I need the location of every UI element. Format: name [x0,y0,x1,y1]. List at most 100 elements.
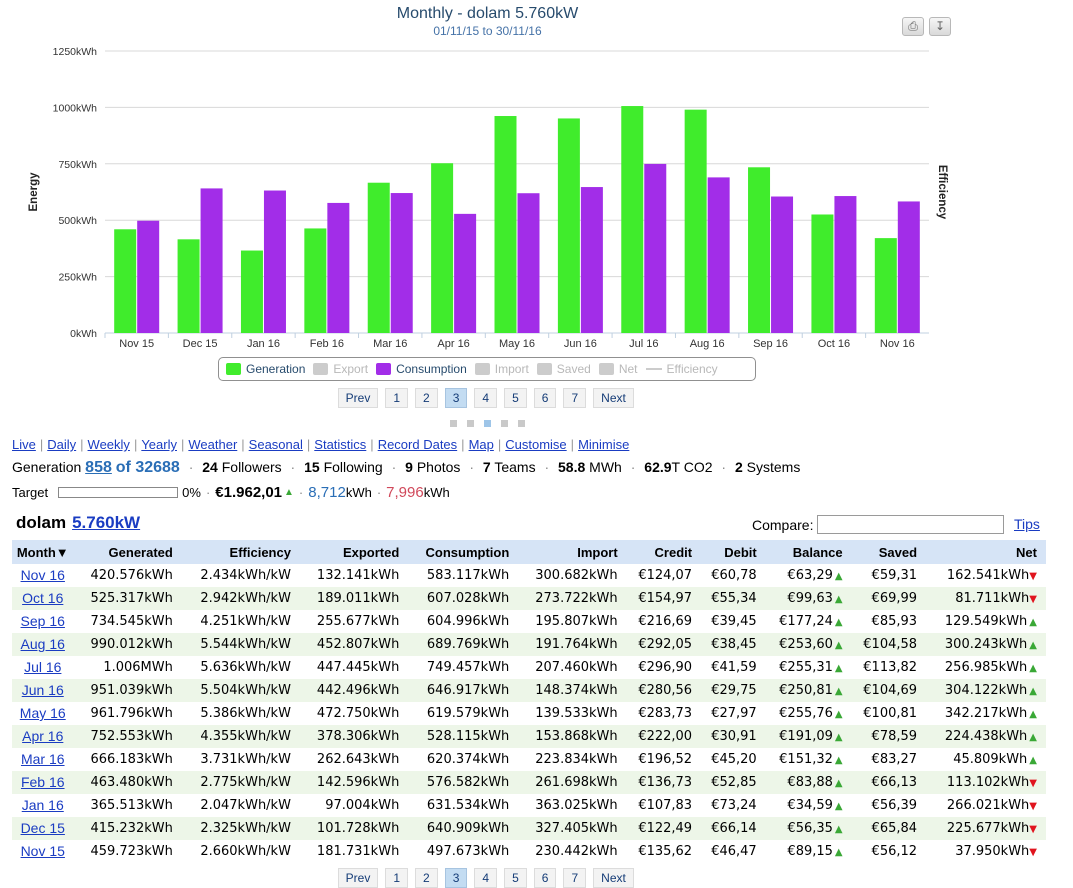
month-cell[interactable]: Feb 16 [12,771,74,794]
import-total: 7,996 [386,484,424,501]
page-button-2[interactable]: 2 [415,868,438,888]
column-header-consumption[interactable]: Consumption [408,540,519,564]
system-size-link[interactable]: 5.760kW [72,513,140,532]
month-cell[interactable]: Sep 16 [12,610,73,633]
nav-link-weather[interactable]: Weather [188,437,237,452]
month-link[interactable]: Sep 16 [21,613,65,629]
rank-value[interactable]: 858 [85,459,112,476]
consumption-bar [137,220,160,333]
page-dot[interactable] [518,420,525,427]
month-cell[interactable]: May 16 [12,702,73,725]
month-cell[interactable]: Apr 16 [12,725,74,748]
month-link[interactable]: Apr 16 [22,728,63,744]
month-link[interactable]: Nov 15 [21,843,65,859]
month-cell[interactable]: Jul 16 [12,656,73,679]
tips-link[interactable]: Tips [1014,516,1040,532]
month-cell[interactable]: Nov 16 [12,564,73,587]
month-link[interactable]: Oct 16 [22,590,63,606]
page-button-3[interactable]: 3 [444,388,468,408]
column-header-generated[interactable]: Generated [73,540,182,564]
page-button-7[interactable]: 7 [563,868,587,888]
month-cell[interactable]: Nov 15 [12,840,73,863]
month-link[interactable]: Dec 15 [21,820,65,836]
legend-item-saved[interactable]: Saved [536,362,591,376]
up-arrow-icon: ▲ [834,755,843,766]
page-dot[interactable] [501,420,508,427]
prev-button[interactable]: Prev [337,388,379,408]
nav-link-live[interactable]: Live [12,437,36,452]
credit-cell: €222,00 [626,725,702,748]
month-link[interactable]: Jul 16 [24,659,61,675]
column-header-efficiency[interactable]: Efficiency [181,540,300,564]
column-header-saved[interactable]: Saved [851,540,927,564]
column-header-month[interactable]: Month▼ [12,540,74,564]
month-cell[interactable]: Aug 16 [12,633,74,656]
month-cell[interactable]: Jun 16 [12,679,74,702]
legend-item-consumption[interactable]: Consumption [376,362,467,376]
page-button-4[interactable]: 4 [474,388,498,408]
page-button-5[interactable]: 5 [504,388,527,408]
month-link[interactable]: May 16 [20,705,66,721]
month-link[interactable]: Aug 16 [21,636,65,652]
rank-link[interactable]: 858 [85,459,112,476]
nav-link-statistics[interactable]: Statistics [314,437,366,452]
printer-icon[interactable]: ⎙ [902,17,924,36]
up-arrow-icon: ▲ [834,847,843,858]
month-link[interactable]: Mar 16 [21,751,65,767]
page-dot-active[interactable] [484,420,491,427]
nav-separator: | [80,437,84,452]
column-header-credit[interactable]: Credit [626,540,702,564]
nav-link-weekly[interactable]: Weekly [88,437,130,452]
next-button[interactable]: Next [593,388,634,408]
legend-item-generation[interactable]: Generation [226,362,305,376]
legend-item-net[interactable]: Net [598,362,638,376]
column-header-net[interactable]: Net [926,540,1046,564]
page-button-1[interactable]: 1 [385,388,409,408]
legend-item-import[interactable]: Import [474,362,529,376]
nav-link-map[interactable]: Map [469,437,494,452]
page-button-6[interactable]: 6 [533,388,557,408]
nav-link-record-dates[interactable]: Record Dates [378,437,457,452]
page-button-2[interactable]: 2 [415,388,438,408]
photos-label[interactable]: Photos [417,459,461,475]
nav-link-customise[interactable]: Customise [505,437,566,452]
nav-link-yearly[interactable]: Yearly [141,437,177,452]
legend-item-export[interactable]: Export [313,362,368,376]
page-button-5[interactable]: 5 [504,868,527,888]
month-cell[interactable]: Dec 15 [12,817,74,840]
month-link[interactable]: Jun 16 [22,682,64,698]
month-cell[interactable]: Oct 16 [12,587,74,610]
column-header-balance[interactable]: Balance [765,540,852,564]
month-link[interactable]: Feb 16 [21,774,65,790]
prev-button[interactable]: Prev [337,868,379,888]
exported-cell: 101.728kWh [299,817,409,840]
column-header-exported[interactable]: Exported [299,540,409,564]
page-dot[interactable] [467,420,474,427]
page-button-7[interactable]: 7 [563,388,587,408]
month-cell[interactable]: Mar 16 [12,748,73,771]
mwh-unit: MWh [589,459,622,475]
efficiency-cell: 2.434kWh/kW [200,568,291,583]
month-cell[interactable]: Jan 16 [12,794,73,817]
column-header-debit[interactable]: Debit [701,540,766,564]
following-label[interactable]: Following [324,459,383,475]
x-tick-label: Nov 16 [880,338,915,350]
legend-item-efficiency[interactable]: Efficiency [645,362,718,376]
column-header-import[interactable]: Import [518,540,627,564]
page-dot[interactable] [450,420,457,427]
nav-link-seasonal[interactable]: Seasonal [249,437,303,452]
nav-link-daily[interactable]: Daily [47,437,76,452]
teams-label[interactable]: Teams [494,459,535,475]
followers-label[interactable]: Followers [222,459,282,475]
month-link[interactable]: Nov 16 [21,567,65,583]
page-button-6[interactable]: 6 [533,868,557,888]
systems-label[interactable]: Systems [747,459,801,475]
nav-link-minimise[interactable]: Minimise [578,437,629,452]
page-button-4[interactable]: 4 [474,868,498,888]
download-icon[interactable]: ↧ [929,17,951,36]
page-button-3[interactable]: 3 [444,868,468,888]
page-button-1[interactable]: 1 [385,868,409,888]
month-link[interactable]: Jan 16 [22,797,64,813]
compare-input[interactable] [817,515,1005,534]
next-button[interactable]: Next [593,868,634,888]
